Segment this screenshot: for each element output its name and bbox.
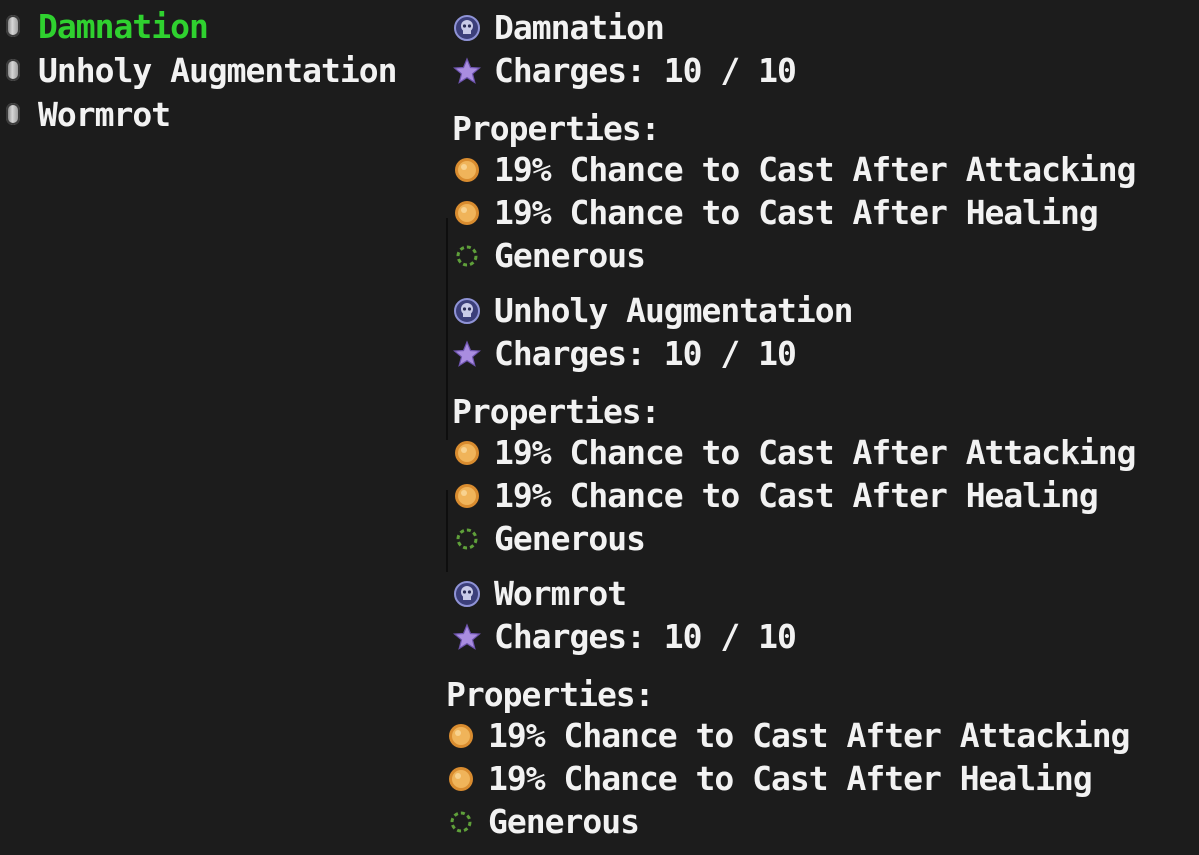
property-text: Generous: [494, 519, 646, 558]
spell-list-item-wormrot[interactable]: Wormrot: [0, 92, 444, 136]
spell-card: Unholy Augmentation Charges: 10 / 10 Pro…: [452, 289, 1196, 560]
spell-card: Wormrot Charges: 10 / 10 Properties: 19%…: [446, 572, 1196, 843]
purple-star-icon: [452, 56, 482, 86]
property-text: 19% Chance to Cast After Healing: [494, 476, 1099, 515]
property-row: 19% Chance to Cast After Attacking: [452, 148, 1196, 191]
property-text: 19% Chance to Cast After Attacking: [488, 716, 1131, 755]
spell-list-item-label: Damnation: [38, 6, 209, 46]
spell-name: Unholy Augmentation: [494, 291, 853, 330]
properties-heading: Properties:: [446, 675, 655, 714]
spell-list: Damnation Unholy Augmentation Wormrot: [0, 4, 444, 136]
spell-name: Damnation: [494, 8, 665, 47]
grey-capsule-icon: [6, 103, 20, 125]
grey-capsule-icon: [6, 59, 20, 81]
properties-heading: Properties:: [452, 392, 661, 431]
gold-coin-icon: [446, 764, 476, 794]
property-text: 19% Chance to Cast After Healing: [488, 759, 1093, 798]
panel-divider: [446, 490, 448, 572]
gold-coin-icon: [446, 721, 476, 751]
green-ring-icon: [452, 241, 482, 271]
purple-star-icon: [452, 339, 482, 369]
property-row: 19% Chance to Cast After Attacking: [452, 431, 1196, 474]
spell-charges-row: Charges: 10 / 10: [452, 49, 1196, 92]
property-row: 19% Chance to Cast After Healing: [452, 474, 1196, 517]
property-text: Generous: [494, 236, 646, 275]
spell-list-item-damnation[interactable]: Damnation: [0, 4, 444, 48]
green-ring-icon: [446, 807, 476, 837]
skull-orb-icon: [452, 579, 482, 609]
spell-name-row: Damnation: [452, 6, 1196, 49]
property-row: 19% Chance to Cast After Healing: [446, 757, 1196, 800]
spell-charges-row: Charges: 10 / 10: [452, 332, 1196, 375]
spell-charges: Charges: 10 / 10: [494, 617, 797, 656]
property-row: Generous: [452, 517, 1196, 560]
spell-list-item-label: Unholy Augmentation: [38, 50, 397, 90]
spell-card: Damnation Charges: 10 / 10 Properties: 1…: [452, 6, 1196, 277]
properties-heading: Properties:: [452, 109, 661, 148]
spell-charges: Charges: 10 / 10: [494, 51, 797, 90]
property-row: 19% Chance to Cast After Attacking: [446, 714, 1196, 757]
spell-name-row: Unholy Augmentation: [452, 289, 1196, 332]
spell-details-panel: Damnation Charges: 10 / 10 Properties: 1…: [446, 6, 1196, 843]
green-ring-icon: [452, 524, 482, 554]
property-text: Generous: [488, 802, 640, 841]
property-text: 19% Chance to Cast After Healing: [494, 193, 1099, 232]
spell-charges-row: Charges: 10 / 10: [452, 615, 1196, 658]
gold-coin-icon: [452, 481, 482, 511]
purple-star-icon: [452, 622, 482, 652]
skull-orb-icon: [452, 13, 482, 43]
property-text: 19% Chance to Cast After Attacking: [494, 433, 1137, 472]
property-row: Generous: [452, 234, 1196, 277]
gold-coin-icon: [452, 198, 482, 228]
spell-name-row: Wormrot: [452, 572, 1196, 615]
property-row: Generous: [446, 800, 1196, 843]
skull-orb-icon: [452, 296, 482, 326]
property-text: 19% Chance to Cast After Attacking: [494, 150, 1137, 189]
spell-charges: Charges: 10 / 10: [494, 334, 797, 373]
spell-list-item-unholy-augmentation[interactable]: Unholy Augmentation: [0, 48, 444, 92]
panel-divider: [446, 218, 448, 440]
gold-coin-icon: [452, 438, 482, 468]
gold-coin-icon: [452, 155, 482, 185]
spell-list-item-label: Wormrot: [38, 94, 171, 134]
grey-capsule-icon: [6, 15, 20, 37]
property-row: 19% Chance to Cast After Healing: [452, 191, 1196, 234]
spell-name: Wormrot: [494, 574, 627, 613]
